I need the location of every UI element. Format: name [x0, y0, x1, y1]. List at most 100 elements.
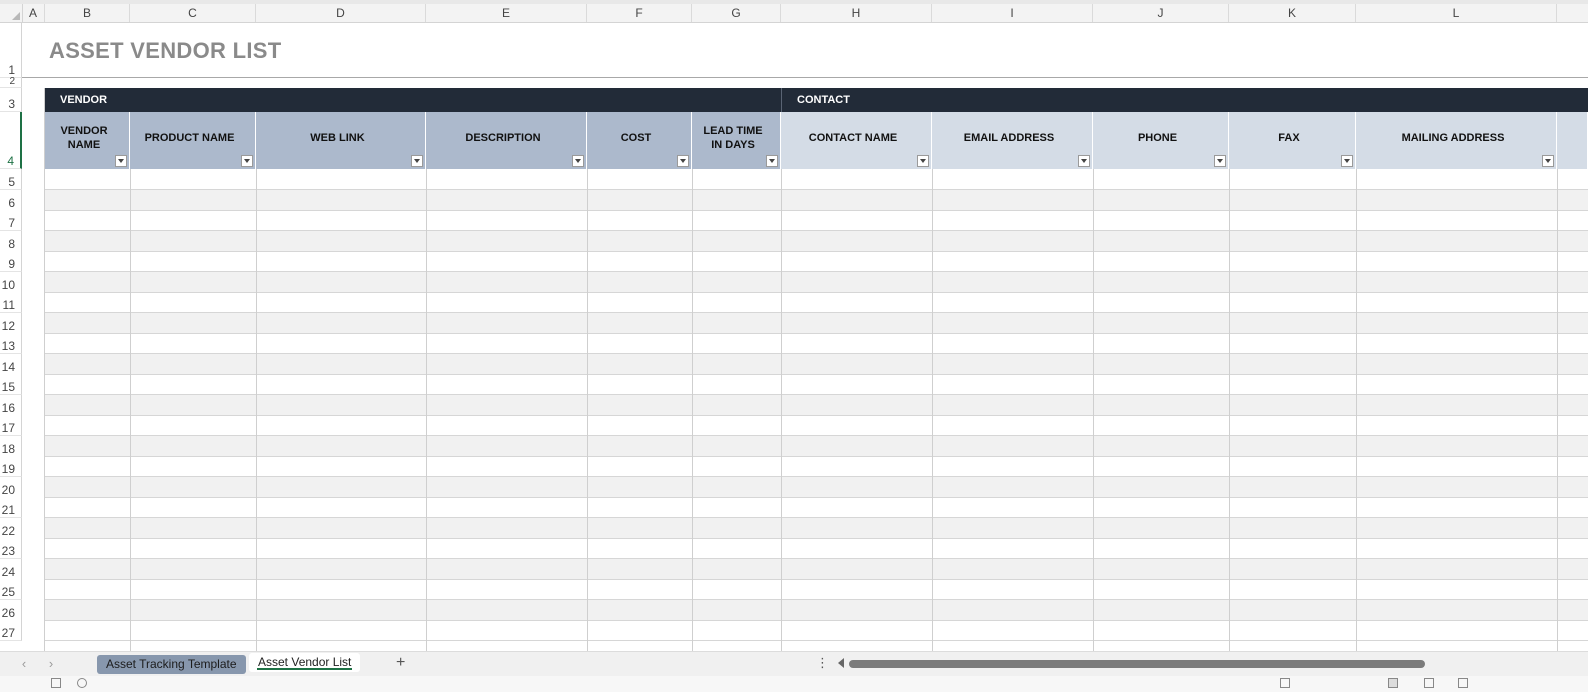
column-header-a[interactable]: A — [22, 4, 45, 22]
header-label: PHONE — [1137, 131, 1178, 144]
row-header-20[interactable]: 20 — [0, 477, 22, 498]
column-header-i[interactable]: I — [932, 4, 1093, 22]
header-label: LEAD TIME IN DAYS — [703, 124, 763, 151]
page-layout-icon[interactable] — [1424, 678, 1434, 688]
filter-dropdown-button[interactable] — [1214, 155, 1226, 167]
header-vendor-name[interactable]: VENDOR NAME — [45, 112, 130, 169]
row-header-3[interactable]: 3 — [0, 88, 22, 112]
select-all-corner[interactable] — [0, 4, 23, 22]
row-header-11[interactable]: 11 — [0, 292, 22, 313]
column-header-g[interactable]: G — [692, 4, 781, 22]
column-header-e[interactable]: E — [426, 4, 587, 22]
header-fax[interactable]: FAX — [1229, 112, 1356, 169]
column-gridline — [587, 169, 588, 651]
sheet-tab-bar: ‹ › Asset Tracking Template Asset Vendor… — [0, 651, 1588, 676]
row-header-14[interactable]: 14 — [0, 354, 22, 375]
status-bar — [0, 676, 1588, 692]
filter-dropdown-button[interactable] — [572, 155, 584, 167]
filter-dropdown-button[interactable] — [766, 155, 778, 167]
column-header-j[interactable]: J — [1093, 4, 1229, 22]
row-header-2[interactable]: 2 — [0, 77, 22, 88]
header-label: EMAIL ADDRESS — [963, 131, 1055, 144]
contact-section-band[interactable]: CONTACT — [781, 88, 1588, 112]
header-mailing-address[interactable]: MAILING ADDRESS — [1356, 112, 1557, 169]
header-cost[interactable]: COST — [587, 112, 692, 169]
row-header-13[interactable]: 13 — [0, 333, 22, 354]
filter-dropdown-button[interactable] — [1542, 155, 1554, 167]
page-title[interactable]: ASSET VENDOR LIST — [49, 38, 281, 64]
dropdown-arrow-icon — [769, 159, 775, 163]
header-phone[interactable]: PHONE — [1093, 112, 1229, 169]
row-header-10[interactable]: 10 — [0, 272, 22, 293]
row-header-18[interactable]: 18 — [0, 436, 22, 457]
row-header-16[interactable]: 16 — [0, 395, 22, 416]
sheet-view-icon[interactable] — [51, 678, 61, 688]
title-divider — [22, 77, 1588, 78]
column-header-c[interactable]: C — [130, 4, 256, 22]
row-header-21[interactable]: 21 — [0, 497, 22, 518]
row-header-25[interactable]: 25 — [0, 579, 22, 600]
plus-icon[interactable]: + — [396, 654, 405, 672]
tab-asset-tracking-template[interactable]: Asset Tracking Template — [97, 655, 246, 674]
header-web-link[interactable]: WEB LINK — [256, 112, 426, 169]
column-gridline — [130, 169, 131, 651]
row-header-5[interactable]: 5 — [0, 169, 22, 190]
filter-dropdown-button[interactable] — [677, 155, 689, 167]
row-header-27[interactable]: 27 — [0, 620, 22, 641]
row-header-17[interactable]: 17 — [0, 415, 22, 436]
row-header-12[interactable]: 12 — [0, 313, 22, 334]
header-email-address[interactable]: EMAIL ADDRESS — [932, 112, 1093, 169]
header-contact-name[interactable]: CONTACT NAME — [781, 112, 932, 169]
tab-asset-vendor-list[interactable]: Asset Vendor List — [249, 653, 361, 672]
dropdown-arrow-icon — [920, 159, 926, 163]
column-header-h[interactable]: H — [781, 4, 932, 22]
filter-dropdown-button[interactable] — [1341, 155, 1353, 167]
focus-icon[interactable] — [1280, 678, 1290, 688]
page-break-preview-icon[interactable] — [1458, 678, 1468, 688]
dropdown-arrow-icon — [1081, 159, 1087, 163]
dropdown-arrow-icon — [414, 159, 420, 163]
dropdown-arrow-icon — [118, 159, 124, 163]
filter-dropdown-button[interactable] — [1078, 155, 1090, 167]
header-label: FAX — [1278, 131, 1300, 144]
row-header-4[interactable]: 4 — [0, 112, 22, 169]
column-header-k[interactable]: K — [1229, 4, 1356, 22]
column-header-l[interactable]: L — [1356, 4, 1557, 22]
row-header-9[interactable]: 9 — [0, 251, 22, 272]
column-gridline — [932, 169, 933, 651]
column-header-b[interactable]: B — [45, 4, 130, 22]
filter-dropdown-button[interactable] — [241, 155, 253, 167]
header-lead-time[interactable]: LEAD TIME IN DAYS — [692, 112, 781, 169]
vendor-section-band[interactable]: VENDOR — [45, 88, 781, 112]
normal-view-icon[interactable] — [1388, 678, 1398, 688]
header-label: VENDOR NAME — [60, 124, 108, 151]
filter-dropdown-button[interactable] — [411, 155, 423, 167]
row-header-19[interactable]: 19 — [0, 456, 22, 477]
dropdown-arrow-icon — [244, 159, 250, 163]
dropdown-arrow-icon — [1217, 159, 1223, 163]
row-header-26[interactable]: 26 — [0, 600, 22, 621]
row-header-7[interactable]: 7 — [0, 210, 22, 231]
row-header-24[interactable]: 24 — [0, 559, 22, 580]
header-description[interactable]: DESCRIPTION — [426, 112, 587, 169]
scroll-left-arrow-icon[interactable] — [838, 658, 844, 668]
header-product-name[interactable]: PRODUCT NAME — [130, 112, 256, 169]
row-header-1[interactable]: 1 — [0, 23, 22, 78]
accessibility-icon[interactable] — [77, 678, 87, 688]
filter-dropdown-button[interactable] — [115, 155, 127, 167]
column-gridline — [426, 169, 427, 651]
horizontal-scrollbar-thumb[interactable] — [849, 660, 1425, 668]
row-header-6[interactable]: 6 — [0, 190, 22, 211]
row-header-15[interactable]: 15 — [0, 374, 22, 395]
more-options-icon[interactable]: ⋮ — [816, 655, 829, 671]
column-header-d[interactable]: D — [256, 4, 426, 22]
chevron-left-icon[interactable]: ‹ — [16, 656, 32, 671]
filter-dropdown-button[interactable] — [917, 155, 929, 167]
row-header-22[interactable]: 22 — [0, 518, 22, 539]
header-overflow-cell[interactable] — [1557, 112, 1588, 169]
header-label: MAILING ADDRESS — [1401, 131, 1505, 144]
chevron-right-icon[interactable]: › — [43, 656, 59, 671]
row-header-8[interactable]: 8 — [0, 231, 22, 252]
row-header-23[interactable]: 23 — [0, 538, 22, 559]
column-header-f[interactable]: F — [587, 4, 692, 22]
